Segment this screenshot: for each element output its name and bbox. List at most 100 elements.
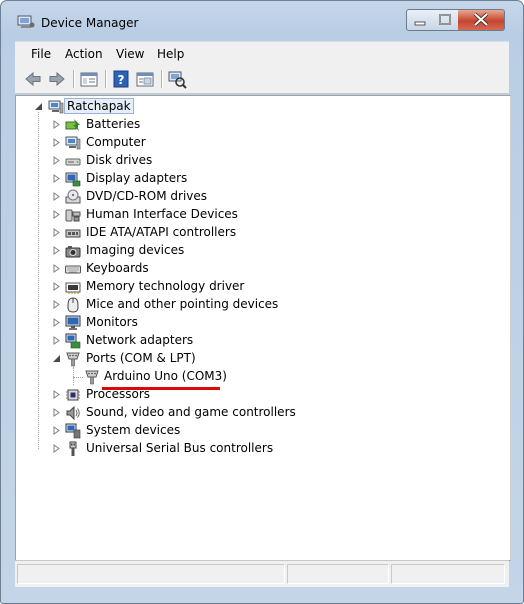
tree-item-human-interface-devices[interactable]: Human Interface Devices [16, 206, 506, 224]
close-icon [473, 12, 489, 27]
tree-item-disk-drives[interactable]: Disk drives [16, 152, 506, 170]
mouse-icon [67, 297, 79, 313]
port-icon [66, 352, 80, 367]
computer-icon [48, 100, 64, 114]
expand-arrow-icon[interactable] [52, 426, 61, 435]
tree-item-label: Keyboards [86, 261, 149, 275]
tree-item-processors[interactable]: Processors [16, 386, 506, 404]
toolbar-separator [161, 70, 163, 88]
hid-icon [65, 209, 81, 222]
tree-item-sound-video-and-game-controllers[interactable]: Sound, video and game controllers [16, 404, 506, 422]
computer-icon [65, 136, 81, 150]
tree-item-label: Processors [86, 387, 151, 401]
ide-controller-icon [65, 229, 81, 238]
show-hide-console-tree-icon[interactable] [79, 69, 99, 89]
minimize-icon [414, 21, 426, 26]
close-button[interactable] [458, 9, 505, 31]
maximize-button[interactable] [432, 9, 459, 31]
expand-arrow-icon[interactable] [52, 318, 61, 327]
status-pane-main [17, 564, 285, 584]
forward-icon[interactable] [47, 69, 67, 89]
disk-drive-icon [65, 158, 81, 166]
help-icon[interactable]: ? [111, 69, 131, 89]
tree-item-imaging-devices[interactable]: Imaging devices [16, 242, 506, 260]
tree-item-label: Human Interface Devices [86, 207, 238, 221]
status-pane-3 [391, 564, 505, 584]
processor-icon [66, 389, 80, 401]
camera-icon [65, 246, 81, 258]
tree-item-label: Display adapters [86, 171, 188, 185]
tree-item-ports-com-lpt[interactable]: Ports (COM & LPT) [16, 350, 506, 368]
expand-arrow-icon[interactable] [52, 174, 61, 183]
tree-item-memory-technology-driver[interactable]: Memory technology driver [16, 278, 506, 296]
collapse-arrow-icon[interactable] [34, 102, 43, 111]
port-icon [85, 370, 99, 385]
expand-arrow-icon[interactable] [52, 336, 61, 345]
menu-help[interactable]: Help [157, 47, 184, 61]
tree-item-network-adapters[interactable]: Network adapters [16, 332, 506, 350]
tree-item-label: Ports (COM & LPT) [86, 351, 196, 365]
tree-root[interactable]: Ratchapak [16, 98, 506, 116]
memory-icon [65, 282, 81, 294]
expand-arrow-icon[interactable] [52, 408, 61, 417]
status-bar [15, 560, 509, 587]
dvd-drive-icon [65, 189, 81, 204]
expand-arrow-icon[interactable] [52, 120, 61, 129]
menu-action[interactable]: Action [65, 47, 103, 61]
network-icon [65, 333, 81, 349]
collapse-arrow-icon[interactable] [52, 354, 61, 363]
tree-item-label: DVD/CD-ROM drives [86, 189, 208, 203]
toolbar: ? [15, 65, 509, 94]
expand-arrow-icon[interactable] [52, 444, 61, 453]
tree-item-computer[interactable]: Computer [16, 134, 506, 152]
scan-hardware-icon[interactable] [167, 69, 187, 89]
menu-view[interactable]: View [116, 47, 144, 61]
tree-item-dvd-cd-rom-drives[interactable]: DVD/CD-ROM drives [16, 188, 506, 206]
window-title: Device Manager [41, 16, 139, 30]
display-adapter-icon [65, 172, 81, 187]
device-tree[interactable]: Ratchapak Batteries Computer Disk drives… [15, 95, 511, 561]
expand-arrow-icon[interactable] [52, 282, 61, 291]
device-manager-window: Device Manager File Action View Help ? R… [0, 0, 524, 604]
tree-root-label: Ratchapak [64, 98, 134, 114]
expand-arrow-icon[interactable] [52, 156, 61, 165]
tree-item-monitors[interactable]: Monitors [16, 314, 506, 332]
expand-arrow-icon[interactable] [52, 246, 61, 255]
expand-arrow-icon[interactable] [52, 228, 61, 237]
expand-arrow-icon[interactable] [52, 300, 61, 309]
tree-item-label: Imaging devices [86, 243, 185, 257]
title-bar[interactable]: Device Manager [1, 1, 523, 39]
tree-item-label: IDE ATA/ATAPI controllers [86, 225, 237, 239]
tree-item-label: Network adapters [86, 333, 194, 347]
monitor-icon [65, 315, 81, 330]
tree-item-ide-ata-atapi-controllers[interactable]: IDE ATA/ATAPI controllers [16, 224, 506, 242]
battery-icon [65, 119, 80, 131]
properties-icon[interactable] [135, 69, 155, 89]
tree-item-label: Universal Serial Bus controllers [86, 441, 274, 455]
tree-item-label: Sound, video and game controllers [86, 405, 296, 419]
tree-item-mice-and-other-pointing-devices[interactable]: Mice and other pointing devices [16, 296, 506, 314]
tree-item-system-devices[interactable]: System devices [16, 422, 506, 440]
minimize-button[interactable] [406, 9, 434, 31]
expand-arrow-icon[interactable] [52, 192, 61, 201]
menu-bar: File Action View Help [15, 41, 509, 66]
svg-text:?: ? [118, 73, 125, 87]
expand-arrow-icon[interactable] [52, 390, 61, 399]
device-manager-icon [17, 15, 35, 28]
tree-item-universal-serial-bus-controllers[interactable]: Universal Serial Bus controllers [16, 440, 506, 458]
tree-item-label: Memory technology driver [86, 279, 245, 293]
speaker-icon [66, 405, 80, 421]
tree-item-display-adapters[interactable]: Display adapters [16, 170, 506, 188]
expand-arrow-icon[interactable] [52, 210, 61, 219]
status-pane-2 [287, 564, 389, 584]
maximize-icon [439, 14, 451, 25]
expand-arrow-icon[interactable] [52, 138, 61, 147]
menu-file[interactable]: File [31, 47, 51, 61]
tree-item-batteries[interactable]: Batteries [16, 116, 506, 134]
expand-arrow-icon[interactable] [52, 264, 61, 273]
tree-child-label: Arduino Uno (COM3) [104, 369, 227, 383]
tree-item-keyboards[interactable]: Keyboards [16, 260, 506, 278]
tree-item-label: Disk drives [86, 153, 153, 167]
back-icon[interactable] [23, 69, 43, 89]
tree-child-arduino-uno-com3[interactable]: Arduino Uno (COM3) [16, 368, 506, 386]
